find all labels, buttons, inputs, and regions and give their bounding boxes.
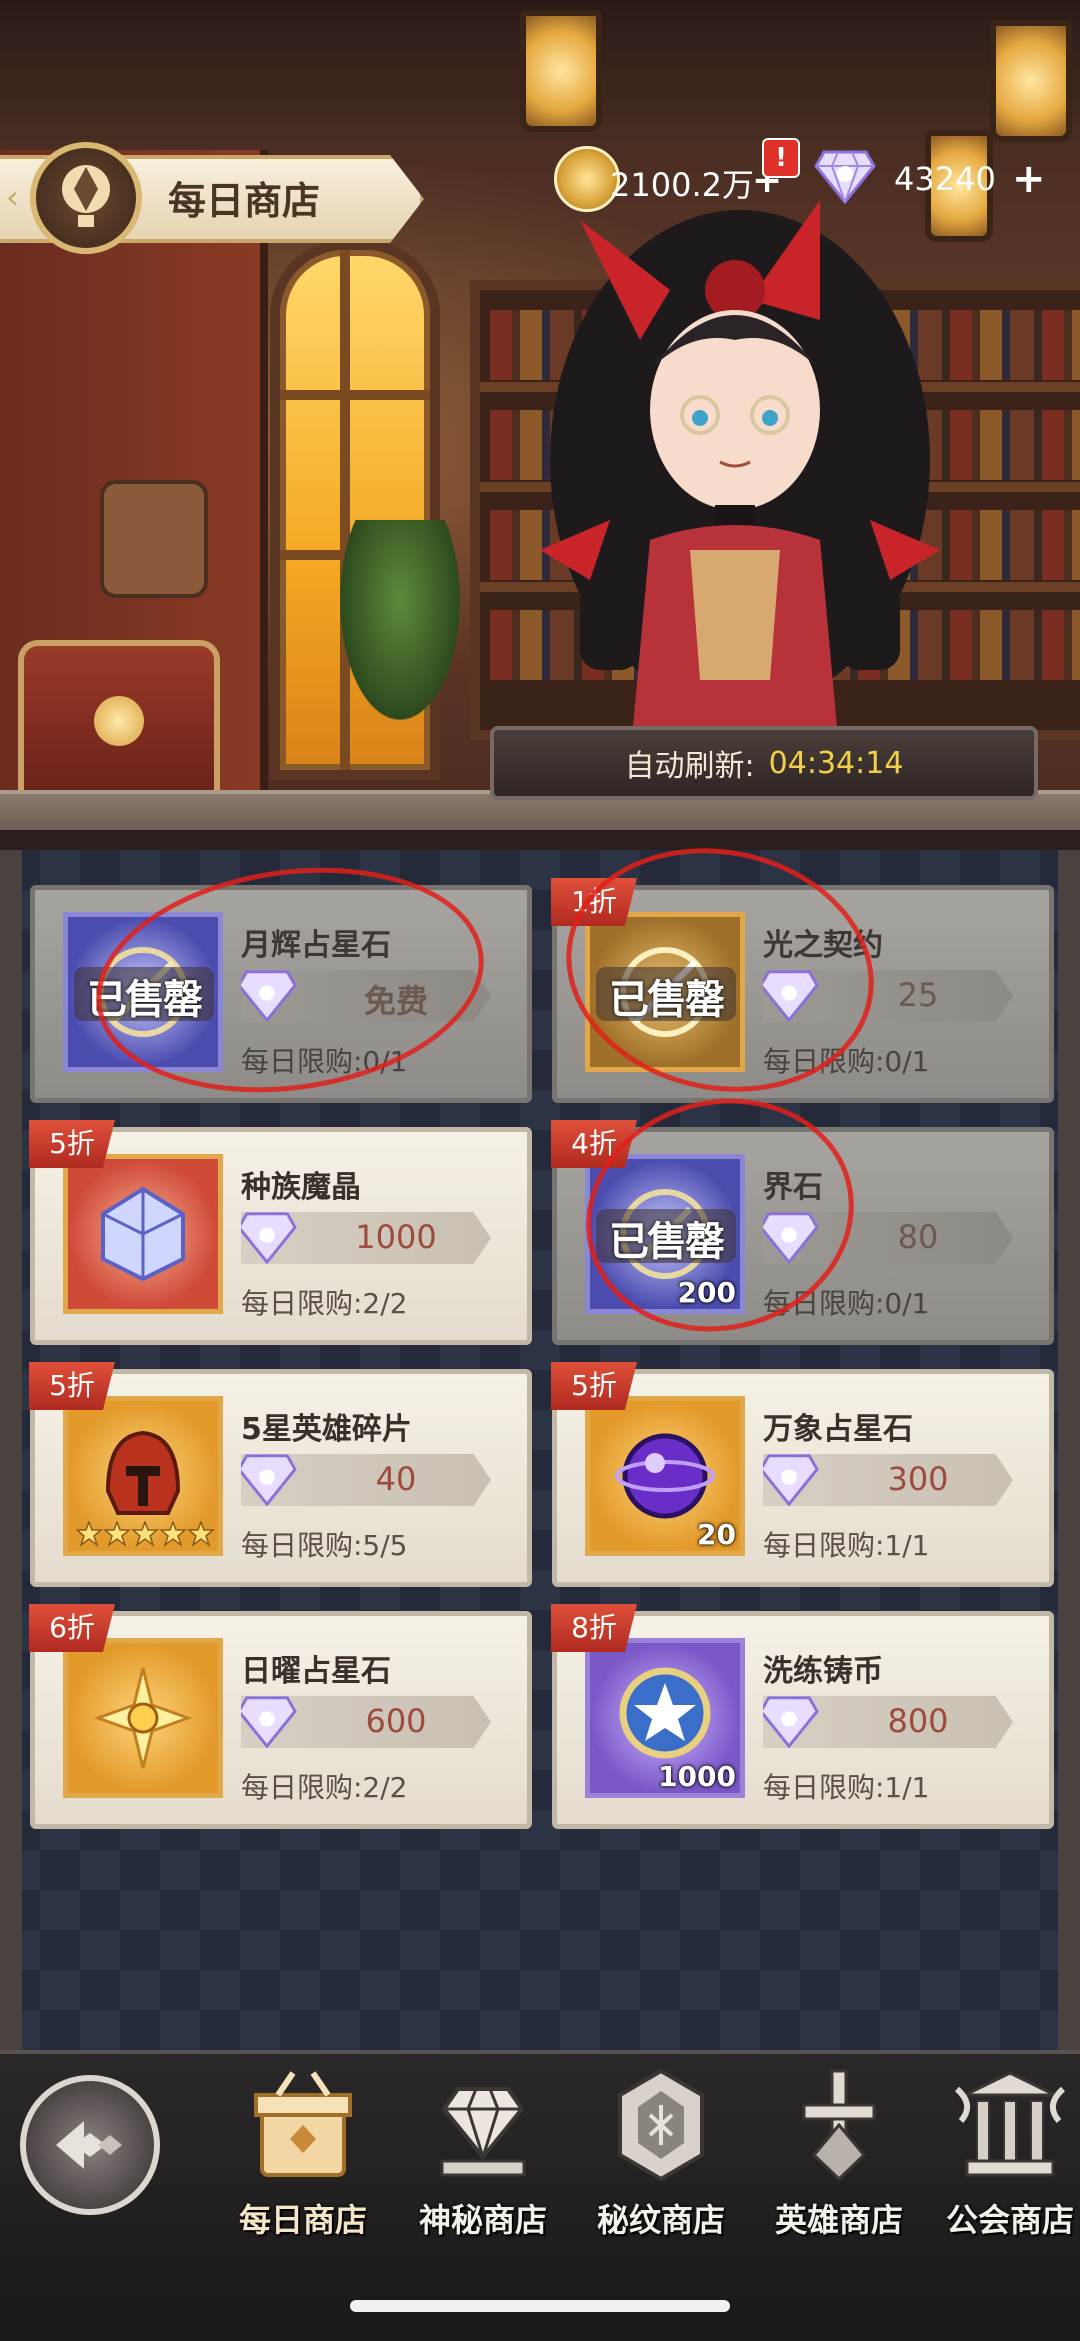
price-bar: 600 [241,1696,491,1748]
diamond-icon [241,1696,297,1748]
rune-stone-icon [618,2068,704,2182]
item-price: 800 [887,1702,949,1740]
lantern-right [990,20,1072,142]
purchase-limit: 每日限购:5/5 [241,1529,408,1562]
discount-badge: 8折 [551,1604,637,1652]
purchase-limit: 每日限购:1/1 [763,1771,930,1804]
guild-hall-icon [954,2071,1066,2177]
discount-badge: 6折 [29,1604,115,1652]
price-bar: 1000 [241,1212,491,1264]
lantern-left [520,10,602,132]
gift-box-icon [254,2071,352,2177]
diamond-icon [763,1696,819,1748]
tab-label: 每日商店 [238,2201,367,2239]
diamond-icon [763,1454,819,1506]
item-price: 40 [375,1460,417,1498]
shop-item-card[interactable]: 20 5折 万象占星石 300 每日限购:1/1 [551,1362,1054,1587]
sword-cross-icon [802,2069,876,2182]
hanging-bag [100,480,208,598]
price-bar: 40 [241,1454,491,1506]
page-title: 每日商店 [168,179,321,223]
item-image [63,1154,223,1314]
back-arrow-icon [56,2121,122,2169]
frame-left [0,850,22,2050]
item-name: 种族魔晶 [241,1170,361,1205]
treasure-chest [18,640,220,802]
home-indicator[interactable] [350,2300,730,2312]
purchase-limit: 每日限购:2/2 [241,1287,408,1320]
five-star-rating [76,1521,216,1547]
shop-background-scene [0,0,1080,830]
item-image [63,1396,223,1556]
star-coin-icon [619,1667,711,1759]
shopkeeper-character [540,200,940,760]
hot-air-balloon-icon [30,142,142,254]
item-name: 洗练铸币 [763,1654,883,1689]
helmet-icon [105,1430,181,1515]
item-price: 80 [897,1218,939,1256]
purchase-limit: 每日限购:1/1 [763,1529,930,1562]
price-bar: 300 [763,1454,1013,1506]
alert-badge: ! [762,138,800,178]
shop-item-card[interactable]: 1000 8折 洗练铸币 800 每日限购:1/1 [551,1604,1054,1829]
item-price: 600 [365,1702,427,1740]
shop-item-card[interactable]: 5折 种族魔晶 1000 每日限购:2/2 [29,1120,532,1345]
tab-label: 神秘商店 [418,2201,547,2239]
sun-star-icon [93,1667,193,1769]
purple-orb-icon [615,1433,715,1519]
price-bar: 800 [763,1696,1013,1748]
item-quantity: 1000 [658,1760,736,1793]
diamond-icon [241,1454,297,1506]
tab-label: 英雄商店 [774,2201,903,2239]
potted-plant [340,520,460,720]
item-price: 1000 [355,1218,437,1256]
back-button[interactable] [20,2075,160,2215]
tab-label: 秘纹商店 [596,2201,725,2239]
discount-badge: 5折 [29,1120,115,1168]
tab-hero-shop[interactable]: 英雄商店 [754,2065,924,2255]
tab-guild-shop[interactable]: 公会商店 [930,2065,1080,2255]
diamond-pedestal-icon [440,2087,526,2177]
tab-rune-shop[interactable]: 秘纹商店 [576,2065,746,2255]
tab-mystery-shop[interactable]: 神秘商店 [398,2065,568,2255]
tab-label: 公会商店 [945,2201,1074,2239]
add-gem-button[interactable]: + [1012,156,1046,202]
frame-right [1058,850,1080,2050]
discount-badge: 5折 [551,1362,637,1410]
tab-daily-shop[interactable]: 每日商店 [218,2065,388,2255]
item-name: 5星英雄碎片 [241,1412,412,1447]
refresh-timer: 04:34:14 [768,745,904,781]
discount-badge: 5折 [29,1362,115,1410]
shop-item-card[interactable]: 6折 日曜占星石 600 每日限购:2/2 [29,1604,532,1829]
diamond-icon [814,150,876,204]
item-name: 万象占星石 [763,1412,913,1447]
item-image: 20 [585,1396,745,1556]
diamond-icon [241,1212,297,1264]
crystal-cube-icon [101,1186,185,1282]
item-price: 300 [887,1460,949,1498]
gold-amount: 2100.2万 [610,166,754,204]
purchase-limit: 每日限购:2/2 [241,1771,408,1804]
item-quantity: 20 [697,1518,736,1551]
item-image: 1000 [585,1638,745,1798]
gem-amount: 43240 [894,160,996,198]
chevron-left-icon: ‹ [6,178,19,216]
shop-item-card[interactable]: 5折 5星英雄碎片 40 每日限购:5/5 [29,1362,532,1587]
auto-refresh-panel: 自动刷新: 04:34:14 [490,726,1038,800]
item-image [63,1638,223,1798]
refresh-label: 自动刷新: [624,749,755,784]
item-name: 日曜占星石 [241,1654,391,1689]
